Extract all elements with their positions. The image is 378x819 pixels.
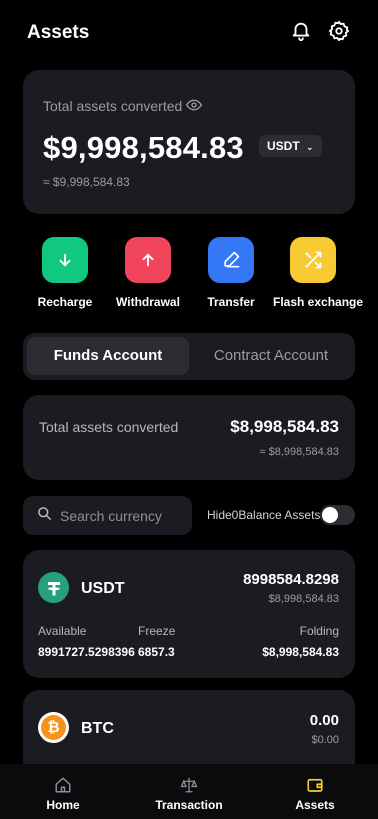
available-label: Available xyxy=(38,624,87,638)
search-icon xyxy=(37,506,52,526)
tab-home-label: Home xyxy=(46,798,80,812)
coin-fiat: $8,998,584.83 xyxy=(268,593,339,605)
total-assets-card: Total assets converted $9,998,584.83 USD… xyxy=(23,70,355,214)
available-value: 8991727.5298396 xyxy=(38,645,135,659)
coin-amount: 8998584.8298 xyxy=(243,571,339,588)
tab-contract-account[interactable]: Contract Account xyxy=(191,337,351,375)
currency-select-label: USDT xyxy=(267,139,300,153)
shuffle-icon xyxy=(290,237,336,283)
funds-summary-card: Total assets converted $8,998,584.83 ≈ $… xyxy=(23,395,355,480)
gear-icon[interactable] xyxy=(328,20,350,42)
home-icon xyxy=(13,776,113,796)
transfer-button[interactable]: Transfer xyxy=(191,237,271,309)
transfer-label: Transfer xyxy=(207,295,255,309)
recharge-button[interactable]: Recharge xyxy=(25,237,105,309)
tab-transaction-label: Transaction xyxy=(155,798,223,812)
flash-exchange-label: Flash exchange xyxy=(273,295,364,309)
flash-exchange-button[interactable]: Flash exchange xyxy=(273,237,364,309)
total-assets-amount: $9,998,584.83 xyxy=(43,130,244,165)
bell-icon[interactable] xyxy=(290,20,312,42)
recharge-label: Recharge xyxy=(37,295,93,309)
coin-card-usdt[interactable]: USDT 8998584.8298 $8,998,584.83 Availabl… xyxy=(23,550,355,678)
transfer-icon xyxy=(208,237,254,283)
folding-value: $8,998,584.83 xyxy=(262,645,339,659)
page-title: Assets xyxy=(27,22,90,43)
arrow-up-icon xyxy=(125,237,171,283)
tab-assets[interactable]: Assets xyxy=(265,764,365,812)
account-tabs: Funds Account Contract Account xyxy=(23,333,355,380)
total-assets-approx: ≈ $9,998,584.83 xyxy=(43,175,130,189)
tab-home[interactable]: Home xyxy=(13,764,113,812)
wallet-icon xyxy=(265,776,365,796)
freeze-label: Freeze xyxy=(138,624,176,638)
currency-select[interactable]: USDT ⌄ xyxy=(259,135,322,157)
bottom-tab-bar: Home Transaction Assets xyxy=(0,764,378,819)
funds-total-approx: ≈ $8,998,584.83 xyxy=(259,446,339,458)
search-box[interactable] xyxy=(23,496,192,535)
tether-icon xyxy=(38,572,69,603)
funds-total-label: Total assets converted xyxy=(39,419,179,435)
chevron-down-icon: ⌄ xyxy=(306,142,314,152)
total-assets-label: Total assets converted xyxy=(43,98,183,114)
arrow-down-icon xyxy=(42,237,88,283)
toggle-knob xyxy=(322,507,338,523)
coin-name: USDT xyxy=(81,580,125,597)
tab-transaction[interactable]: Transaction xyxy=(139,764,239,812)
withdrawal-label: Withdrawal xyxy=(116,295,180,309)
search-input[interactable] xyxy=(60,507,180,524)
withdrawal-button[interactable]: Withdrawal xyxy=(108,237,188,309)
scale-icon xyxy=(139,776,239,796)
eye-icon[interactable] xyxy=(185,97,203,118)
tab-funds-account[interactable]: Funds Account xyxy=(27,337,189,375)
coin-fiat: $0.00 xyxy=(311,734,339,746)
hide-zero-label: Hide0Balance Assets xyxy=(207,508,321,522)
hide-zero-toggle[interactable] xyxy=(320,505,355,525)
funds-total-value: $8,998,584.83 xyxy=(230,417,339,436)
coin-name: BTC xyxy=(81,720,114,737)
folding-label: Folding xyxy=(299,624,339,638)
coin-amount: 0.00 xyxy=(309,712,339,729)
tab-assets-label: Assets xyxy=(295,798,335,812)
freeze-value: 6857.3 xyxy=(138,645,175,659)
bitcoin-icon: ₿ xyxy=(38,712,69,743)
header: Assets xyxy=(0,0,378,64)
